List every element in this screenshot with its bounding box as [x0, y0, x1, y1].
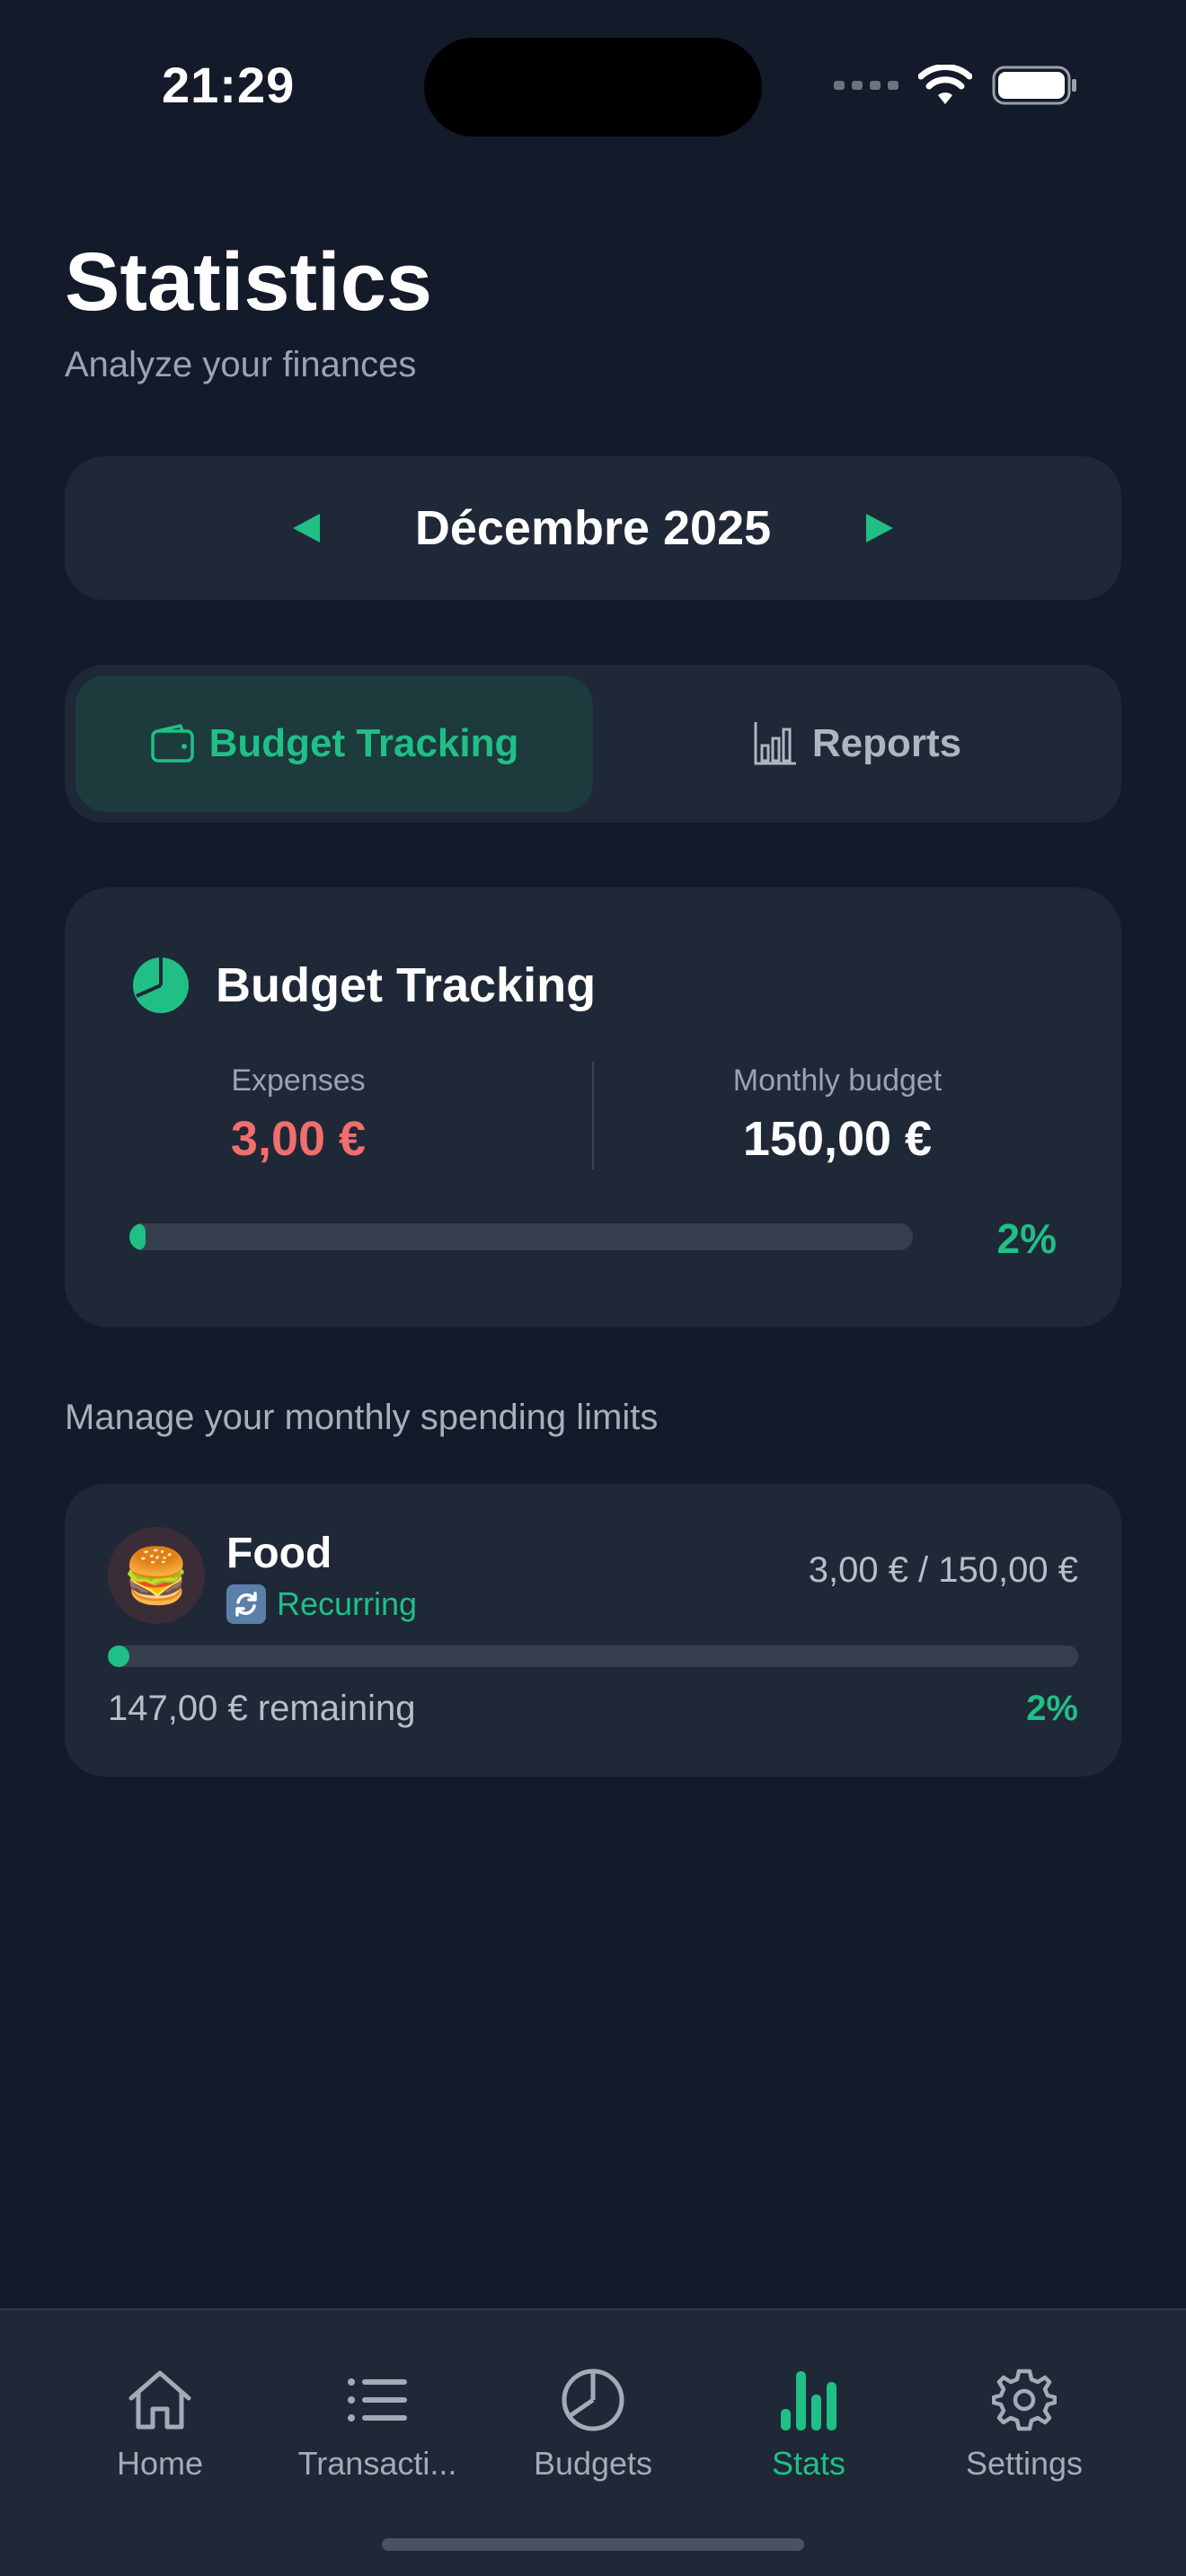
category-avatar: 🍔 [108, 1527, 205, 1624]
statistics-screen: 21:29 Statistics Analyze your finances D… [0, 0, 1186, 2576]
wallet-icon [150, 724, 194, 763]
budget-card-title: Budget Tracking [216, 958, 597, 1012]
category-budget-card[interactable]: 🍔 Food Recurring 3,00 € / 150,00 € 147,0… [65, 1484, 1121, 1777]
next-month-button[interactable] [852, 501, 906, 555]
expenses-summary: Expenses 3,00 € [164, 1063, 433, 1167]
recurring-label: Recurring [277, 1585, 418, 1622]
previous-month-button[interactable] [280, 501, 334, 555]
budget-percent: 2% [996, 1215, 1057, 1262]
pie-chart-outline-icon [562, 2369, 624, 2431]
budget-card-header: Budget Tracking [131, 956, 596, 1015]
status-time: 21:29 [162, 57, 296, 113]
budget-progress-bar [129, 1223, 913, 1250]
budget-tracking-card: Budget Tracking Expenses 3,00 € Monthly … [65, 887, 1121, 1328]
house-icon [128, 2370, 191, 2430]
monthly-budget-label: Monthly budget [732, 1063, 943, 1098]
tab-settings-label: Settings [965, 2445, 1084, 2482]
tab-transactions-label: Transacti... [297, 2445, 457, 2482]
category-progress-fill [108, 1645, 129, 1667]
month-selector: Décembre 2025 [65, 456, 1121, 600]
category-percent: 2% [1026, 1689, 1078, 1728]
budget-progress-fill [129, 1223, 146, 1250]
battery-icon [992, 66, 1076, 105]
tab-stats-label: Stats [771, 2445, 846, 2482]
summary-divider [592, 1062, 594, 1169]
home-indicator [382, 2538, 804, 2551]
monthly-budget-summary: Monthly budget 150,00 € [658, 1063, 1017, 1167]
expenses-label: Expenses [231, 1063, 366, 1098]
tab-budget-tracking[interactable]: Budget Tracking [75, 675, 593, 812]
month-label: Décembre 2025 [414, 501, 772, 555]
pie-chart-icon [133, 957, 189, 1013]
bar-chart-icon [754, 722, 796, 765]
expenses-value: 3,00 € [230, 1112, 367, 1166]
tab-settings[interactable]: Settings [916, 2364, 1132, 2483]
page-subtitle: Analyze your finances [65, 345, 417, 384]
cellular-signal-icon [834, 81, 898, 90]
recurring-badge: Recurring [226, 1584, 417, 1624]
category-name: Food [226, 1530, 332, 1577]
tab-budgets[interactable]: Budgets [485, 2364, 701, 2483]
list-icon [348, 2378, 407, 2422]
tab-reports-label: Reports [811, 721, 962, 765]
tab-budget-tracking-label: Budget Tracking [208, 721, 519, 765]
tab-transactions[interactable]: Transacti... [270, 2364, 485, 2483]
triangle-left-icon [292, 514, 320, 543]
tab-bar: Home Transacti... Budgets Stats Settings [0, 2308, 1186, 2576]
status-indicators [834, 65, 1078, 106]
tab-budgets-label: Budgets [533, 2445, 653, 2482]
wifi-icon [918, 65, 972, 104]
triangle-right-icon [866, 514, 894, 543]
section-note: Manage your monthly spending limits [65, 1398, 659, 1437]
bar-chart-filled-icon [781, 2371, 836, 2430]
category-remaining: 147,00 € remaining [108, 1689, 416, 1728]
tab-home[interactable]: Home [52, 2364, 268, 2483]
dynamic-island [424, 38, 762, 137]
page-title: Statistics [65, 236, 433, 328]
category-progress-bar [108, 1645, 1078, 1667]
recurring-icon [226, 1584, 266, 1624]
view-segmented-control: Budget Tracking Reports [65, 665, 1121, 823]
monthly-budget-value: 150,00 € [742, 1112, 933, 1166]
tab-reports[interactable]: Reports [604, 675, 1111, 812]
tab-stats[interactable]: Stats [701, 2364, 916, 2483]
gear-icon [992, 2369, 1057, 2431]
tab-home-label: Home [116, 2445, 204, 2482]
category-amount: 3,00 € / 150,00 € [808, 1550, 1078, 1590]
